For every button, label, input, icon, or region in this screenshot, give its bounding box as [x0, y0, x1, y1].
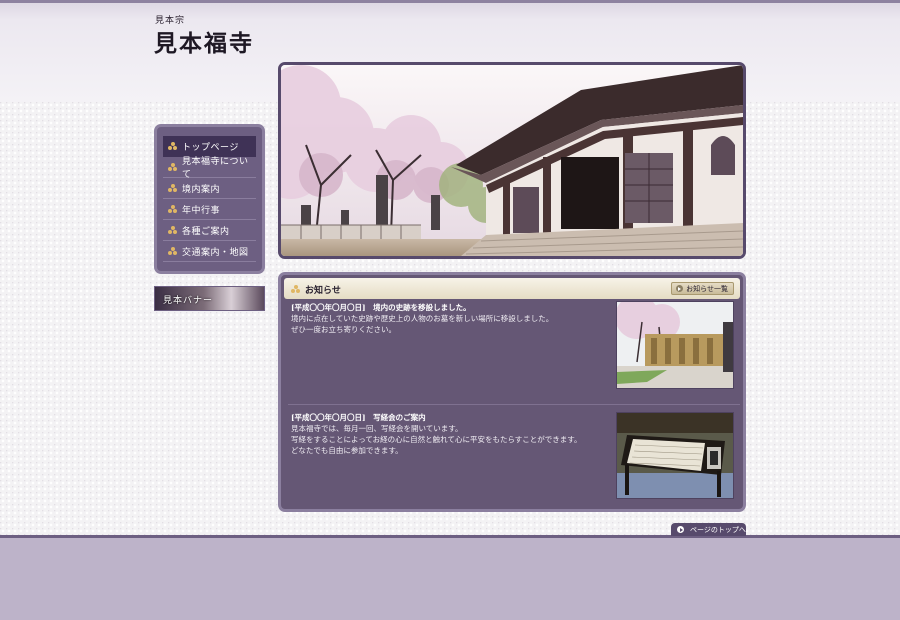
sample-banner[interactable]: 見本バナー [154, 286, 265, 311]
nav-item-guide[interactable]: 各種ご案内 [163, 220, 256, 241]
arrow-circle-icon [676, 285, 684, 292]
news-item-photo [616, 301, 734, 389]
nav-item-grounds[interactable]: 境内案内 [163, 178, 256, 199]
side-navigation: トップページ 見本福寺について 境内案内 年中行事 各種ご案内 交通案内・地図 [154, 124, 265, 274]
page-top-button[interactable]: ページのトップへ [671, 523, 746, 536]
arrow-circle-icon [677, 526, 684, 533]
nav-item-access[interactable]: 交通案内・地図 [163, 241, 256, 262]
trefoil-icon [168, 163, 177, 171]
photo-sutra-desk [617, 413, 733, 498]
nav-item-label: 交通案内・地図 [182, 247, 249, 258]
nav-item-label: 見本福寺について [182, 157, 249, 180]
trefoil-icon [168, 184, 177, 192]
photo-monuments [617, 302, 733, 388]
trefoil-icon [168, 226, 177, 234]
trefoil-icon [168, 205, 177, 213]
page-top-label: ページのトップへ [690, 525, 746, 534]
banner-label: 見本バナー [163, 296, 214, 306]
nav-item-label: 各種ご案内 [182, 226, 230, 237]
news-divider [288, 404, 740, 405]
news-header: お知らせ お知らせ一覧 [284, 278, 740, 299]
news-item-photo [616, 412, 734, 499]
nav-item-label: トップページ [182, 142, 239, 153]
hero-image [278, 62, 746, 259]
hero-illustration [281, 65, 743, 256]
site-logo[interactable]: 見本福寺 [154, 24, 254, 58]
trefoil-icon [291, 285, 300, 293]
footer-band [0, 535, 900, 620]
trefoil-icon [168, 142, 177, 150]
nav-item-label: 年中行事 [182, 205, 221, 216]
nav-item-about[interactable]: 見本福寺について [163, 157, 256, 180]
trefoil-icon [168, 247, 177, 255]
nav-item-events[interactable]: 年中行事 [163, 199, 256, 220]
news-panel: お知らせ お知らせ一覧 [平成〇〇年〇月〇日] 境内の史跡を移設しました。 境内… [278, 272, 746, 512]
nav-item-label: 境内案内 [182, 184, 221, 195]
news-heading: お知らせ [305, 286, 341, 296]
news-list-button[interactable]: お知らせ一覧 [671, 282, 734, 295]
news-list-label: お知らせ一覧 [686, 284, 728, 293]
